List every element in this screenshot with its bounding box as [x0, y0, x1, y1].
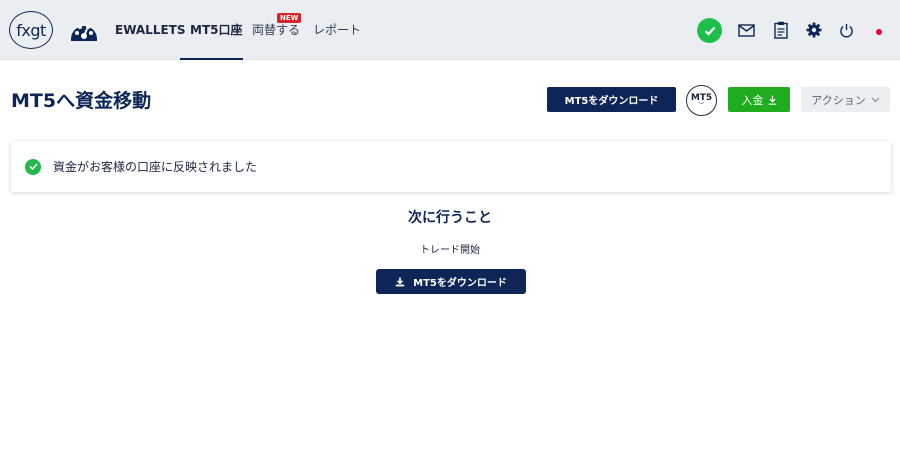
- nav-item-exchange[interactable]: 両替する: [252, 23, 300, 37]
- status-check-icon[interactable]: [697, 18, 722, 43]
- dashboard-gauge-icon[interactable]: [69, 19, 99, 43]
- action-dropdown-label: アクション: [811, 93, 866, 107]
- nav-item-report[interactable]: レポート: [313, 23, 361, 37]
- download-icon: [768, 95, 776, 105]
- download-mt5-button[interactable]: MT5をダウンロード: [547, 87, 676, 112]
- alert-message: 資金がお客様の口座に反映されました: [53, 160, 258, 174]
- chevron-down-icon: [871, 97, 880, 102]
- power-icon[interactable]: [837, 21, 855, 39]
- chevron-down-icon: ﹀: [698, 101, 705, 109]
- mt5-badge-label: MT5: [690, 92, 713, 103]
- download-mt5-main-button[interactable]: MT5をダウンロード: [376, 269, 526, 294]
- top-navigation: fxgt EWALLETS MT5口座 両替する NEW レポート: [0, 0, 900, 60]
- nav-item-mt5-account[interactable]: MT5口座: [190, 23, 242, 37]
- gear-icon[interactable]: [805, 21, 823, 39]
- success-check-icon: [25, 158, 41, 175]
- action-dropdown[interactable]: アクション: [801, 87, 890, 112]
- mail-icon[interactable]: [737, 21, 755, 39]
- japan-flag-icon[interactable]: [871, 24, 887, 40]
- download-mt5-main-label: MT5をダウンロード: [413, 278, 507, 289]
- logo-text: fxgt: [16, 20, 46, 40]
- clipboard-icon[interactable]: [772, 21, 790, 39]
- active-tab-indicator: [180, 58, 243, 60]
- page-title: MT5へ資金移動: [11, 90, 152, 112]
- new-badge: NEW: [277, 13, 302, 23]
- next-steps-subtitle: トレード開始: [420, 245, 480, 256]
- nav-item-ewallets[interactable]: EWALLETS: [115, 23, 186, 37]
- download-icon: [395, 277, 405, 286]
- deposit-button-label: 入金: [741, 93, 764, 107]
- fxgt-logo[interactable]: fxgt: [9, 11, 53, 49]
- success-alert: 資金がお客様の口座に反映されました: [11, 141, 891, 192]
- deposit-button[interactable]: 入金: [728, 87, 790, 112]
- mt5-platform-selector[interactable]: MT5 ﹀: [686, 85, 717, 116]
- next-steps-title: 次に行うこと: [408, 210, 492, 226]
